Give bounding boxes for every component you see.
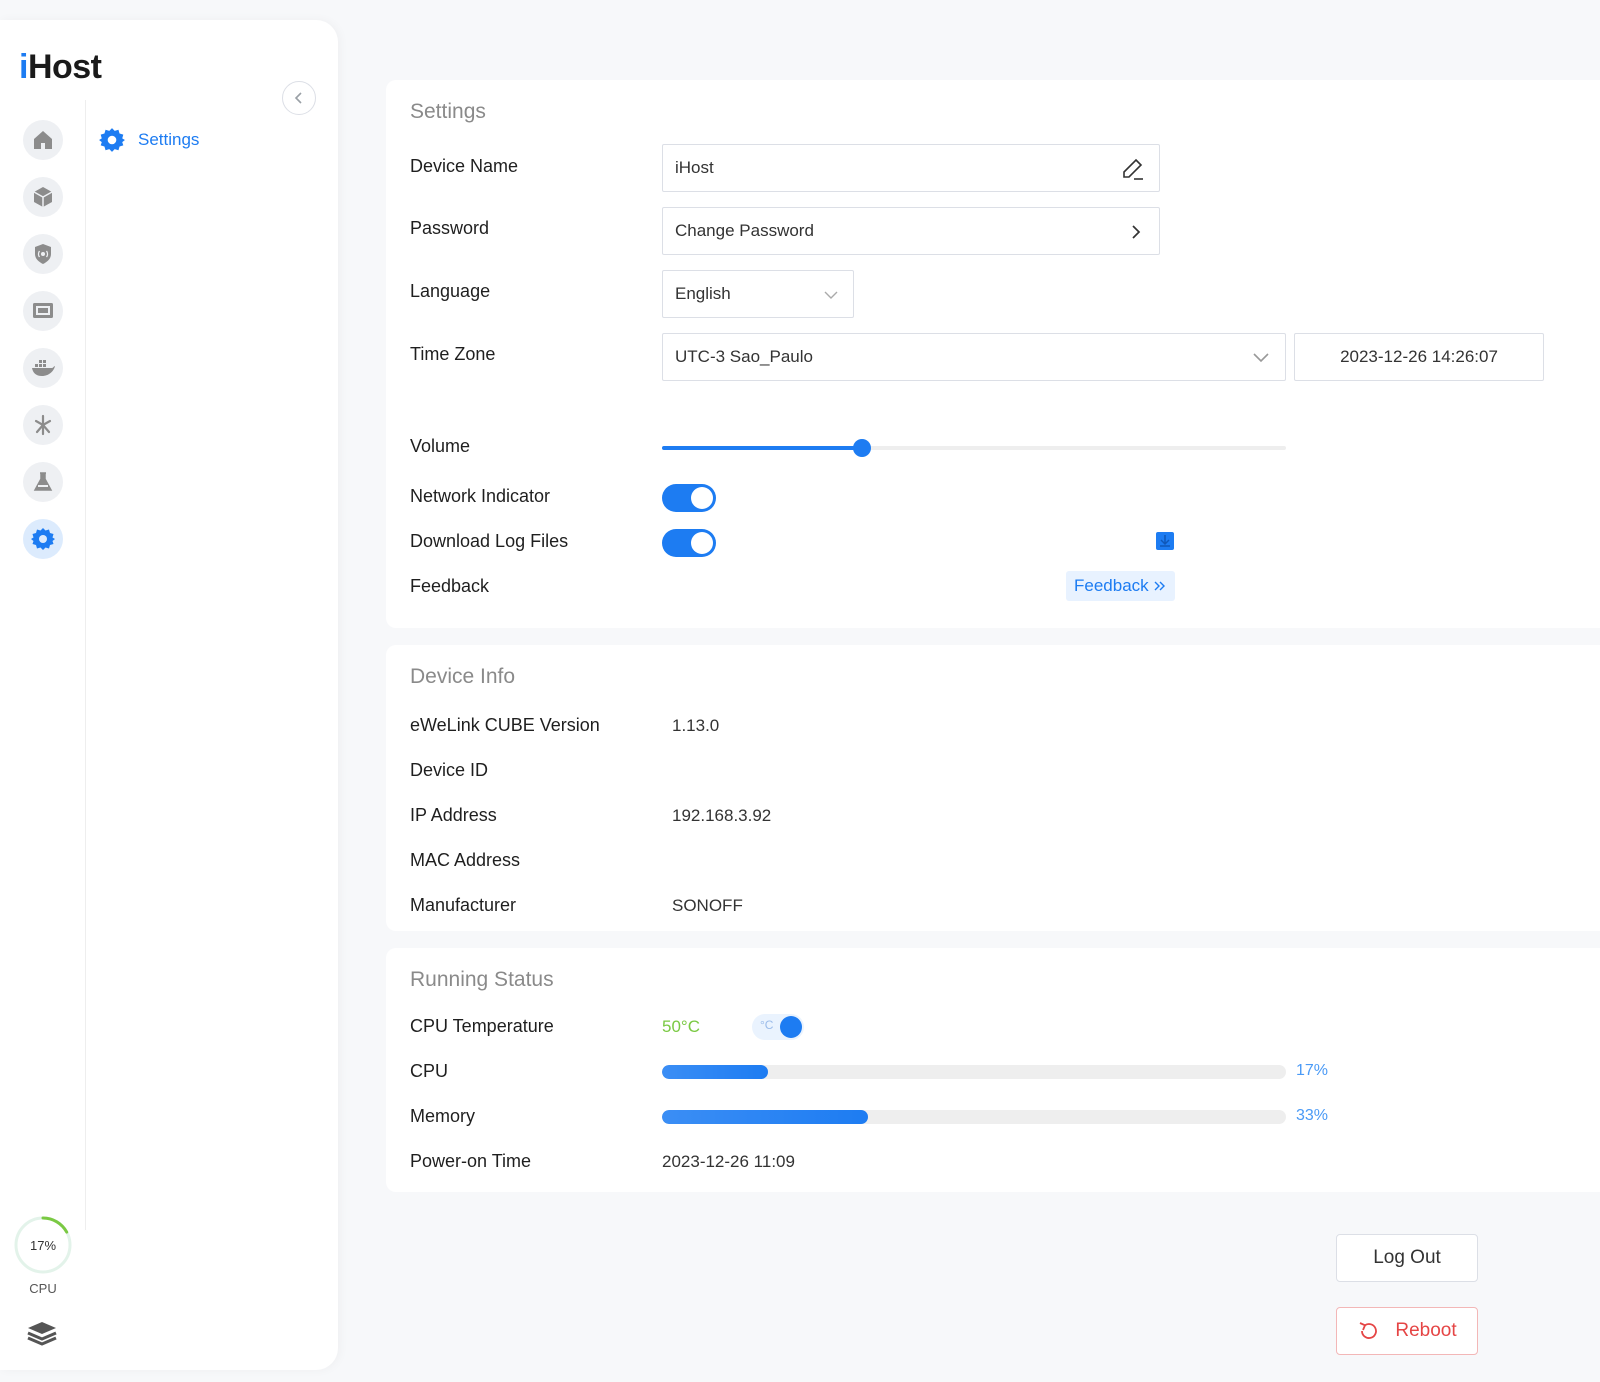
language-select[interactable]: English	[662, 270, 854, 318]
download-icon[interactable]	[1156, 532, 1174, 550]
memory-progress-bar	[662, 1110, 1286, 1124]
monitor-icon	[33, 303, 53, 318]
manufacturer-value: SONOFF	[672, 896, 743, 915]
node-red-icon	[34, 414, 52, 436]
change-password-field[interactable]: Change Password	[662, 207, 1160, 255]
ip-address-label: IP Address	[410, 805, 497, 825]
app-logo: iHost	[19, 48, 102, 87]
change-password-text: Change Password	[675, 221, 814, 240]
gear-icon	[31, 528, 55, 550]
shield-signal-icon	[35, 244, 51, 264]
feedback-button[interactable]: Feedback	[1066, 571, 1175, 601]
cpu-ring-label: CPU	[29, 1281, 57, 1296]
reboot-button[interactable]: Reboot	[1336, 1307, 1478, 1355]
logo-text: Host	[27, 48, 102, 86]
logout-button-label: Log Out	[1373, 1247, 1441, 1268]
rail-docker[interactable]	[23, 348, 63, 388]
manufacturer-label: Manufacturer	[410, 895, 517, 915]
network-indicator-label: Network Indicator	[410, 486, 551, 506]
current-datetime-value: 2023-12-26 14:26:07	[1340, 347, 1498, 366]
running-status-title: Running Status	[410, 968, 554, 991]
submenu-settings[interactable]: Settings	[98, 126, 199, 154]
settings-card: Settings Device Name iHost Password Chan…	[386, 80, 1600, 628]
rail-settings[interactable]	[23, 519, 63, 559]
logout-button[interactable]: Log Out	[1336, 1234, 1478, 1282]
rail-automation[interactable]	[23, 405, 63, 445]
cpu-ring-percent: 17%	[29, 1237, 57, 1253]
chevron-down-icon	[1253, 353, 1269, 363]
language-value: English	[675, 284, 731, 303]
chevron-left-icon	[294, 92, 302, 104]
cpu-label: CPU	[410, 1061, 449, 1081]
ip-address-value: 192.168.3.92	[672, 806, 772, 825]
device-name-field[interactable]: iHost	[662, 144, 1160, 192]
feedback-label: Feedback	[410, 576, 490, 596]
feedback-button-label: Feedback	[1074, 576, 1149, 595]
reboot-button-label: Reboot	[1395, 1320, 1457, 1341]
logo-i: i	[19, 48, 28, 86]
version-label: eWeLink CUBE Version	[410, 715, 600, 735]
memory-percent: 33%	[1296, 1107, 1329, 1124]
toggle-knob	[780, 1016, 802, 1038]
toggle-knob	[691, 532, 713, 554]
device-name-value: iHost	[675, 158, 714, 177]
device-name-label: Device Name	[410, 156, 519, 176]
volume-slider-thumb[interactable]	[852, 439, 871, 457]
rail-devices[interactable]	[23, 177, 63, 217]
download-logs-toggle[interactable]	[662, 529, 716, 557]
device-id-label: Device ID	[410, 760, 489, 780]
memory-progress-fill	[662, 1110, 868, 1124]
rail-dashboard[interactable]	[23, 291, 63, 331]
language-label: Language	[410, 281, 491, 301]
gear-icon	[99, 128, 125, 152]
mac-address-label: MAC Address	[410, 850, 521, 870]
power-on-time-value: 2023-12-26 11:09	[662, 1152, 795, 1171]
network-indicator-toggle[interactable]	[662, 484, 716, 512]
chevron-right-icon	[1132, 225, 1141, 239]
cpu-temp-label: CPU Temperature	[410, 1016, 554, 1036]
rail-security[interactable]	[23, 234, 63, 274]
icon-rail	[0, 100, 86, 1230]
version-value: 1.13.0	[672, 716, 720, 735]
home-icon	[34, 131, 52, 149]
timezone-label: Time Zone	[410, 344, 496, 364]
submenu-settings-label: Settings	[138, 130, 200, 149]
device-info-card: Device Info eWeLink CUBE Version 1.13.0 …	[386, 645, 1600, 931]
cpu-progress-bar	[662, 1065, 1286, 1079]
sidebar: iHost Settings 17% CPU	[0, 20, 338, 1370]
edit-pencil-icon[interactable]	[1121, 157, 1145, 181]
temp-unit-label: °C	[760, 1018, 774, 1032]
toggle-knob	[691, 487, 713, 509]
volume-label: Volume	[410, 436, 471, 456]
rail-lab[interactable]	[23, 462, 63, 502]
download-logs-label: Download Log Files	[410, 531, 569, 551]
lab-flask-icon	[33, 472, 53, 491]
cube-icon	[33, 187, 53, 207]
password-label: Password	[410, 218, 490, 238]
settings-title: Settings	[410, 100, 486, 123]
docker-icon	[32, 360, 55, 376]
collapse-sidebar-button[interactable]	[282, 81, 316, 115]
current-datetime-display: 2023-12-26 14:26:07	[1294, 333, 1544, 381]
chevron-down-icon	[824, 291, 838, 299]
double-chevron-right-icon	[1154, 581, 1165, 591]
memory-label: Memory	[410, 1106, 476, 1126]
volume-slider-fill	[662, 446, 862, 450]
layers-icon[interactable]	[25, 1315, 59, 1349]
refresh-icon	[1359, 1322, 1378, 1339]
power-on-time-label: Power-on Time	[410, 1151, 532, 1171]
device-info-title: Device Info	[410, 665, 516, 688]
cpu-progress-fill	[662, 1065, 769, 1079]
temp-unit-toggle[interactable]: °C	[752, 1014, 804, 1040]
running-status-card: Running Status CPU Temperature 50°C °C C…	[386, 948, 1600, 1192]
cpu-percent: 17%	[1296, 1062, 1329, 1079]
cpu-temp-value: 50°C	[662, 1017, 700, 1036]
timezone-select[interactable]: UTC-3 Sao_Paulo	[662, 333, 1286, 381]
timezone-value: UTC-3 Sao_Paulo	[675, 347, 813, 366]
rail-home[interactable]	[23, 120, 63, 160]
